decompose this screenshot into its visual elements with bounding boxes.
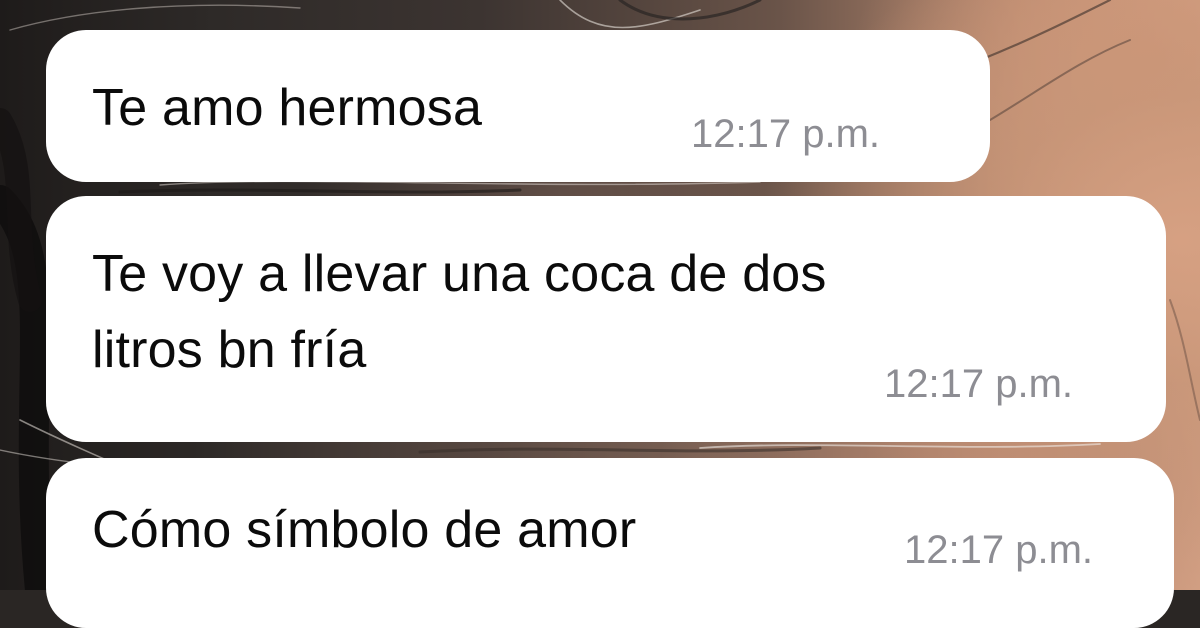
message-bubble[interactable]: Te amo hermosa 12:17 p.m. (46, 30, 990, 182)
message-timestamp: 12:17 p.m. (691, 112, 881, 156)
chat-thread: Te amo hermosa 12:17 p.m. Te voy a lleva… (0, 0, 1200, 628)
message-text: Cómo símbolo de amor (92, 501, 637, 559)
message-text: Te voy a llevar una coca de dos litros b… (92, 245, 827, 379)
message-timestamp: 12:17 p.m. (904, 528, 1094, 572)
message-text: Te amo hermosa (92, 79, 483, 137)
message-bubble[interactable]: Te voy a llevar una coca de dos litros b… (46, 196, 1166, 442)
message-timestamp: 12:17 p.m. (884, 362, 1074, 406)
message-bubble[interactable]: Cómo símbolo de amor 12:17 p.m. (46, 458, 1174, 628)
